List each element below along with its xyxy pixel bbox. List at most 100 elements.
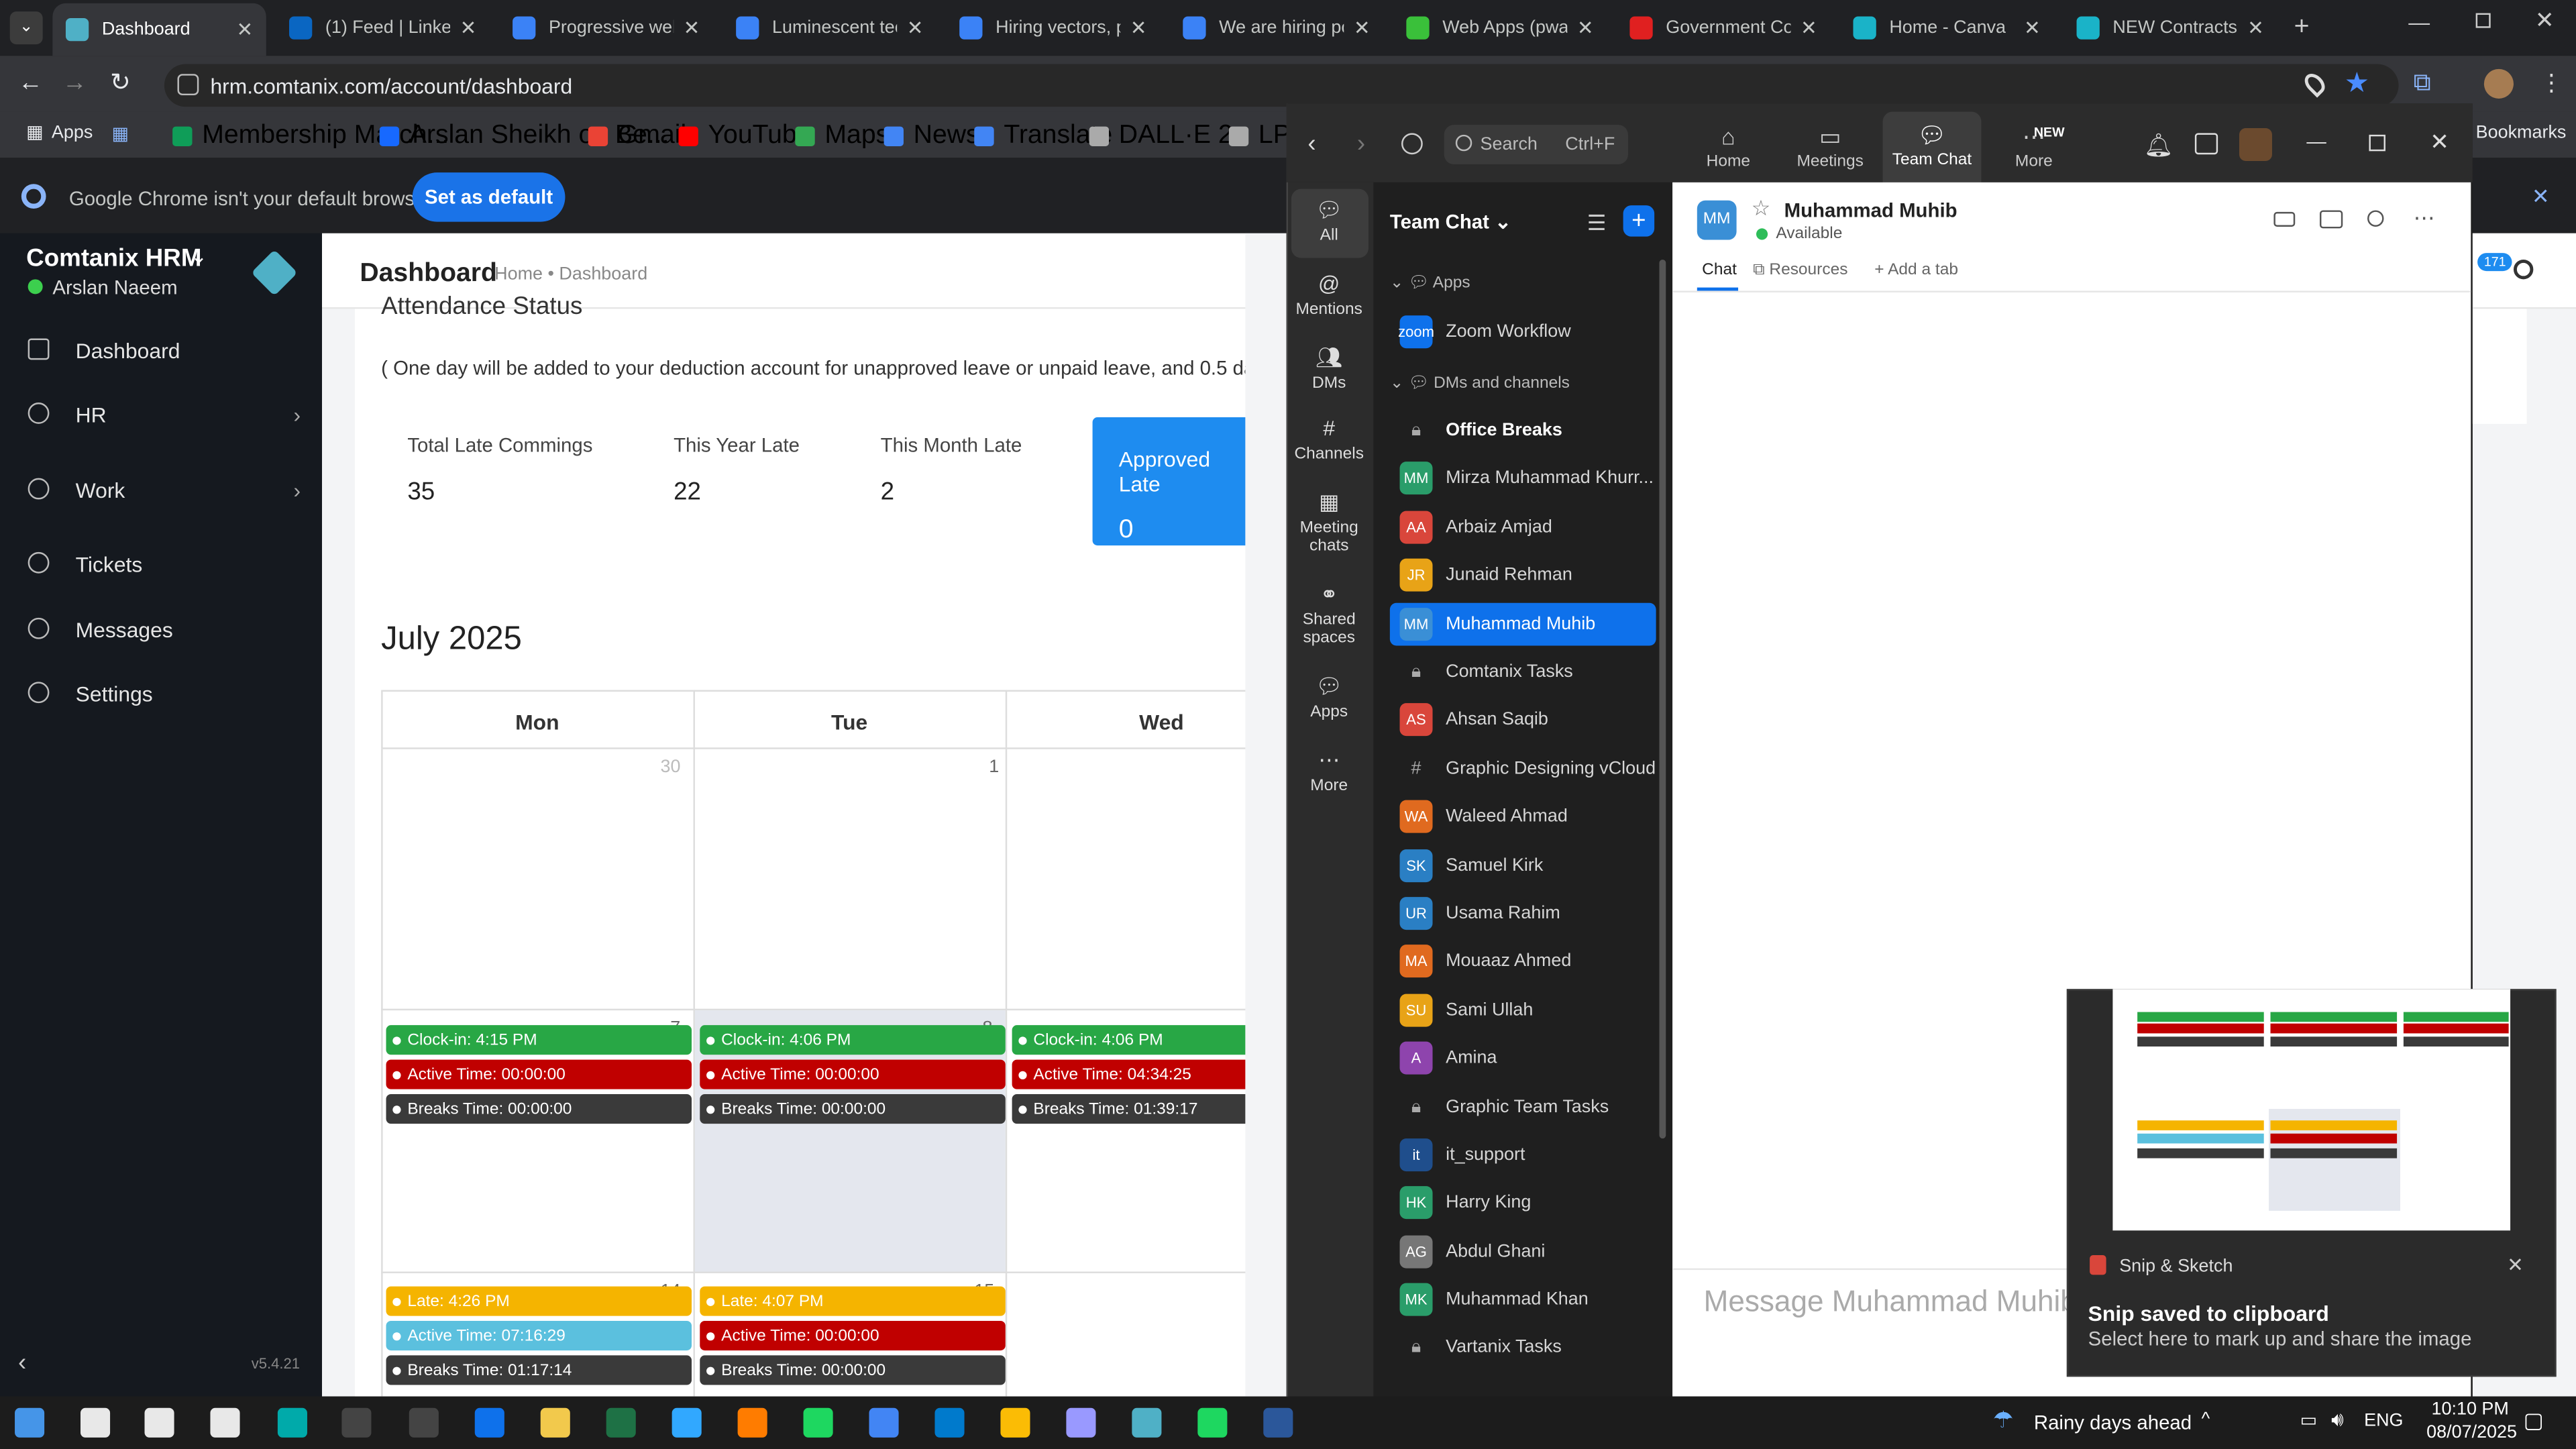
forward-icon[interactable]: → (62, 69, 87, 97)
notification-badge[interactable]: 171 (2477, 253, 2513, 272)
zoom-maximize-icon[interactable] (2369, 134, 2385, 152)
chat-name[interactable]: Muhammad Muhib (1784, 199, 1957, 221)
chat-list-item[interactable]: MA Mouaaz Ahmed (1390, 940, 1656, 983)
rail-mentions[interactable]: @ Mentions (1288, 271, 1370, 319)
zoom-minimize-icon[interactable]: — (2306, 129, 2326, 152)
attendance-event[interactable]: Clock-in: 4:06 PM (700, 1025, 1006, 1055)
rail-dms[interactable]: 👥︎ DMs (1288, 345, 1370, 392)
chat-list-item[interactable]: MK Muhammad Khan (1390, 1278, 1656, 1321)
star-icon[interactable]: ☆ (1752, 195, 1771, 221)
chat-list-item[interactable]: HK Harry King (1390, 1181, 1656, 1224)
set-as-default-button[interactable]: Set as default (412, 172, 566, 222)
attendance-event[interactable]: Late: 4:07 PM (700, 1286, 1006, 1316)
zoom-forward-icon[interactable]: › (1357, 129, 1365, 158)
tab-close-icon[interactable]: ✕ (684, 16, 700, 39)
site-info-icon[interactable] (177, 74, 199, 96)
reload-icon[interactable]: ↻ (110, 67, 131, 97)
vscode-icon[interactable] (934, 1407, 965, 1438)
chat-list-item[interactable]: MM Muhammad Muhib (1389, 602, 1656, 646)
chat-list-item[interactable]: 🔒︎ Vartanix Tasks (1390, 1326, 1656, 1368)
browser-tab[interactable]: Dashboard ✕ (52, 3, 266, 56)
rail-more[interactable]: ⋯ More (1288, 747, 1370, 795)
apps-grid-icon[interactable]: ▦ Apps (26, 121, 93, 143)
brand-chevron-icon[interactable]: ⌄ (191, 245, 207, 268)
weather-icon[interactable]: ☂ (1993, 1406, 2014, 1434)
team-chat-title[interactable]: Team Chat ⌄ (1390, 210, 1511, 233)
chat-avatar[interactable]: MM (1697, 200, 1737, 240)
history-icon[interactable] (1401, 133, 1423, 155)
premiere-icon[interactable] (1066, 1407, 1096, 1438)
tab-add[interactable]: + Add a tab (1874, 261, 1958, 279)
attendance-event[interactable]: Clock-in: 4:15 PM (386, 1025, 692, 1055)
snip-close-icon[interactable]: ✕ (2507, 1254, 2524, 1277)
browser-tab[interactable]: Web Apps (pwa) I ✕ (1393, 7, 1607, 50)
chrome-icon[interactable] (869, 1407, 899, 1438)
evernote-alt-icon[interactable] (1197, 1407, 1228, 1438)
more-options-icon[interactable]: ⋯ (2414, 205, 2435, 231)
tab-close-icon[interactable]: ✕ (1801, 16, 1817, 39)
clock-time[interactable]: 10:10 PM (2432, 1400, 2509, 1419)
tab-search-button[interactable]: ⌄ (9, 11, 43, 45)
compose-plus-button[interactable]: + (1623, 205, 1655, 237)
attendance-event[interactable]: Breaks Time: 00:00:00 (700, 1355, 1006, 1385)
search-icon[interactable] (80, 1407, 111, 1438)
attendance-event[interactable]: Breaks Time: 00:00:00 (700, 1094, 1006, 1124)
tab-close-icon[interactable]: ✕ (460, 16, 477, 39)
attendance-event[interactable]: Active Time: 00:00:00 (700, 1059, 1006, 1089)
new-tab-button[interactable]: + (2286, 13, 2318, 43)
bookmark-item[interactable]: Gmail (588, 121, 686, 151)
browser-tab[interactable]: Government Cont ✕ (1617, 7, 1830, 50)
chat-list-item[interactable]: JR Junaid Rehman (1390, 553, 1656, 596)
attendance-event[interactable]: Late: 4:26 PM (386, 1286, 692, 1316)
language-indicator[interactable]: ENG (2364, 1411, 2403, 1431)
photoshop-icon[interactable] (672, 1407, 702, 1438)
bookmarks-folder[interactable]: Bookmarks (2476, 123, 2567, 143)
bookmark-star-icon[interactable]: ★ (2345, 67, 2369, 100)
clock-date[interactable]: 08/07/2025 (2426, 1423, 2517, 1442)
filter-icon[interactable]: ☰ (1587, 210, 1607, 236)
window-close-icon[interactable]: ✕ (2535, 7, 2555, 35)
extensions-icon[interactable]: ⧉ (2414, 69, 2431, 97)
browser-tab[interactable]: Luminescent tech ✕ (723, 7, 936, 50)
chrome-menu-icon[interactable]: ⋮ (2540, 69, 2563, 97)
tab-resources[interactable]: ⧉ Resources (1753, 261, 1847, 279)
file-explorer-icon[interactable] (540, 1407, 570, 1438)
bookmark-item[interactable]: Maps (795, 121, 889, 151)
grid-icon[interactable]: ▦ (112, 123, 129, 144)
sidebar-item-tickets[interactable]: Tickets (0, 532, 322, 594)
tab-close-icon[interactable]: ✕ (2247, 16, 2264, 39)
volume-icon[interactable]: 🔊︎ (2331, 1408, 2344, 1433)
bookmark-item[interactable]: YouTube (678, 121, 811, 151)
list-scrollbar[interactable] (1659, 259, 1666, 1139)
terminal-icon[interactable] (409, 1407, 439, 1438)
bookmark-item[interactable]: News (883, 121, 979, 151)
cortana-icon[interactable] (144, 1407, 174, 1438)
rail-channels[interactable]: # Channels (1288, 416, 1370, 464)
breadcrumb[interactable]: Home • Dashboard (494, 264, 647, 284)
share-screen-icon[interactable] (2319, 210, 2343, 229)
attendance-event[interactable]: Active Time: 00:00:00 (700, 1320, 1006, 1351)
brand-name[interactable]: Comtanix HRM (26, 245, 201, 273)
chrome-alt-icon[interactable] (1000, 1407, 1030, 1438)
chat-list-item[interactable]: zoom Zoom Workflow (1390, 311, 1656, 354)
tray-chevron-icon[interactable]: ^ (2202, 1409, 2210, 1429)
browser-tab[interactable]: Hiring vectors, ph ✕ (947, 7, 1160, 50)
rail-shared-spaces[interactable]: ⚭ Shared spaces (1288, 582, 1370, 647)
tab-close-icon[interactable]: ✕ (1130, 16, 1147, 39)
attendance-event[interactable]: Breaks Time: 01:17:14 (386, 1355, 692, 1385)
chat-list-item[interactable]: SK Samuel Kirk (1390, 845, 1656, 888)
chat-list-item[interactable]: it it_support (1390, 1134, 1656, 1177)
chat-list-item[interactable]: A Amina (1390, 1036, 1656, 1079)
notification-center-icon[interactable]: ▢ (2524, 1408, 2544, 1434)
browser-tab[interactable]: We are hiring pos ✕ (1170, 7, 1383, 50)
window-restore-icon[interactable] (2475, 13, 2491, 28)
zoom-tab-meetings[interactable]: ▭ Meetings (1781, 118, 1880, 177)
bell-icon[interactable]: 🔔︎ (2144, 131, 2174, 160)
browser-tab[interactable]: Progressive web a ✕ (499, 7, 712, 50)
sidebar-item-dashboard[interactable]: Dashboard (0, 319, 322, 381)
chat-list-item[interactable]: 🔒︎ Office Breaks (1390, 409, 1656, 452)
sidebar-item-messages[interactable]: Messages (0, 598, 322, 660)
sidebar-item-hr[interactable]: HR › (0, 383, 322, 445)
chat-list-item[interactable]: # Graphic Designing vCloud (1390, 747, 1656, 790)
tab-close-icon[interactable]: ✕ (1577, 16, 1594, 39)
